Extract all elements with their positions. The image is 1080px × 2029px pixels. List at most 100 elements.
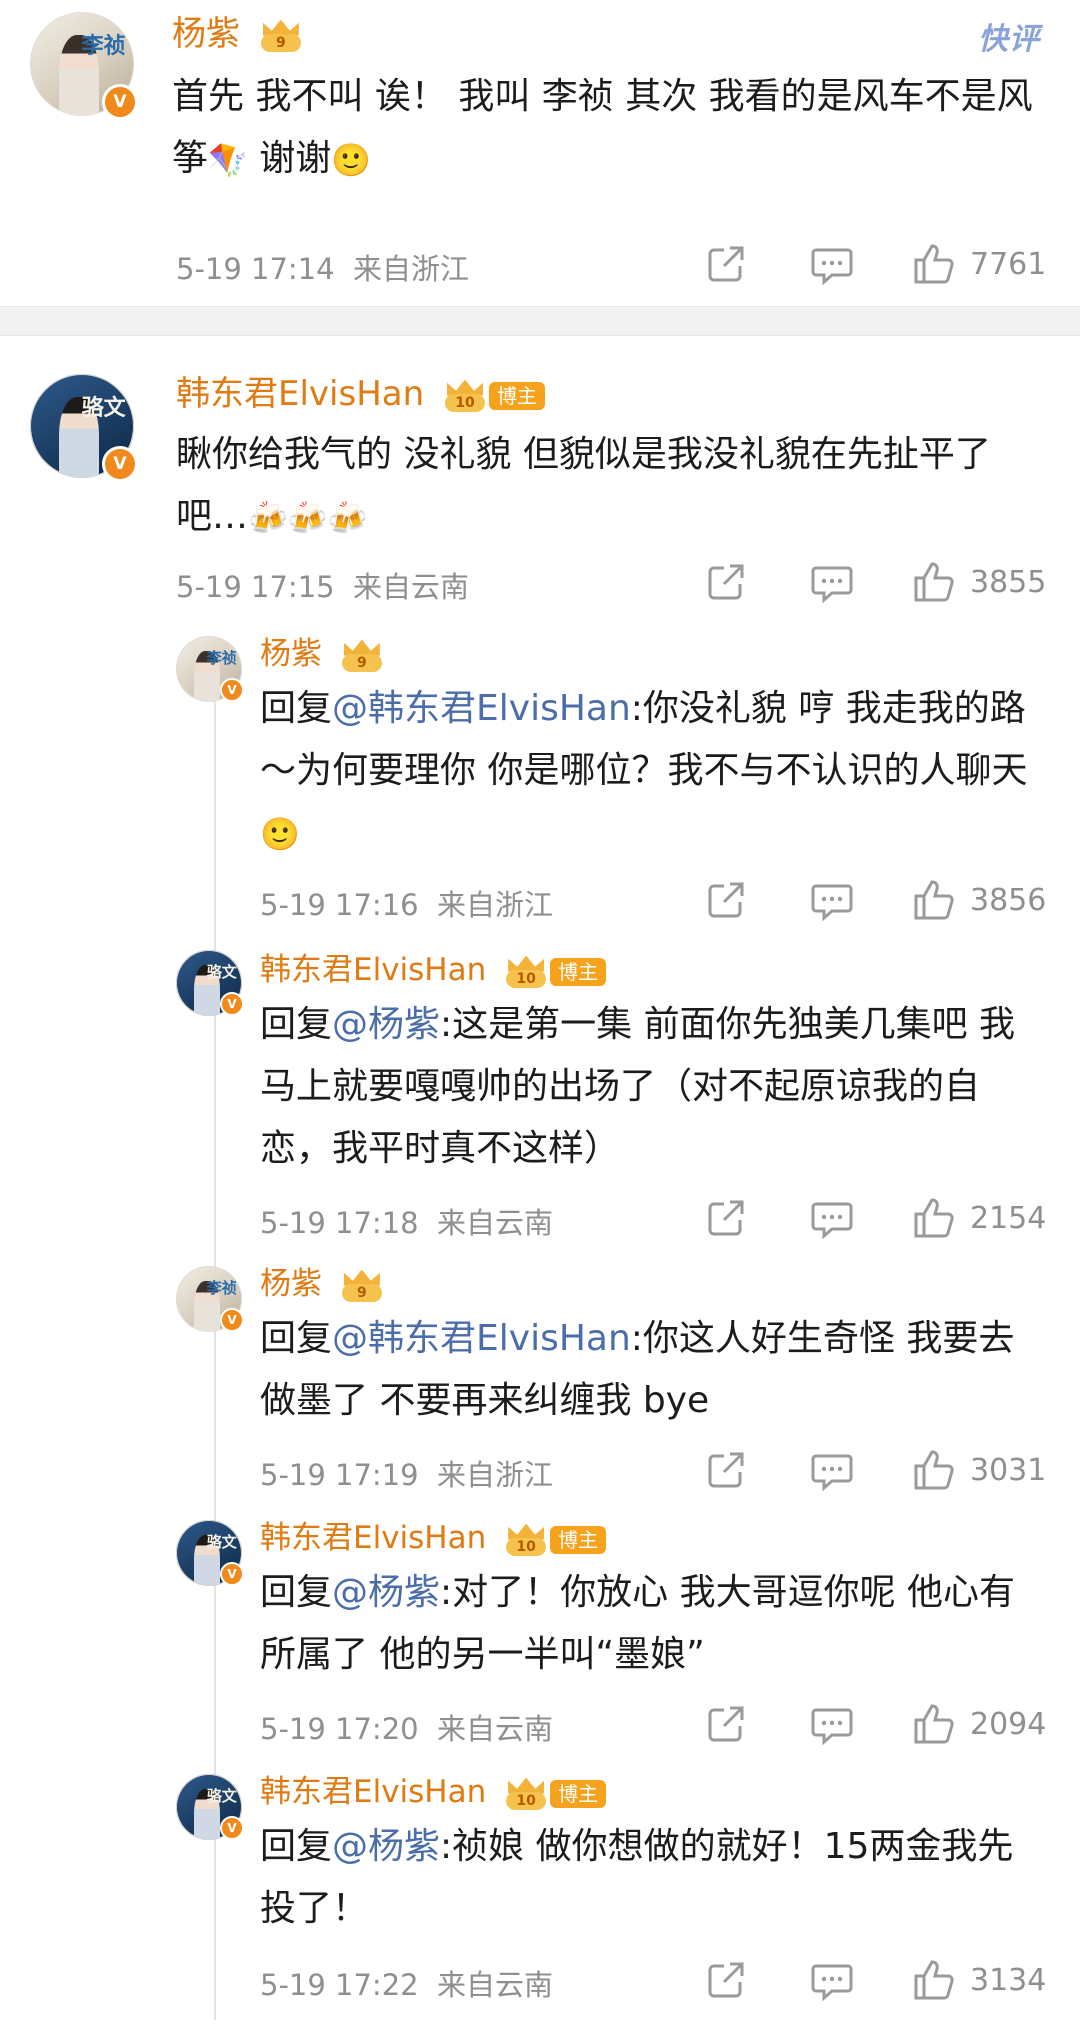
reply-meta: 5-19 17:19 来自浙江 xyxy=(260,1452,553,1494)
like-icon xyxy=(914,562,954,602)
share-icon xyxy=(708,1706,744,1742)
like-button[interactable]: 3856 xyxy=(910,876,1052,924)
share-icon xyxy=(708,246,744,282)
crown-icon: 10 xyxy=(504,1777,548,1810)
reply-meta: 5-19 17:20 来自云南 xyxy=(260,1706,553,1748)
like-button[interactable]: 3134 xyxy=(910,1956,1052,2004)
like-count: 3855 xyxy=(970,564,1047,600)
like-button[interactable]: 2154 xyxy=(910,1194,1052,1242)
like-icon xyxy=(914,244,954,284)
comment-icon xyxy=(811,1202,853,1240)
mention-link[interactable]: @杨紫 xyxy=(332,1004,440,1045)
username-text[interactable]: 杨紫 xyxy=(172,14,240,54)
share-button[interactable] xyxy=(702,1956,808,2004)
verified-icon: V xyxy=(220,678,244,702)
mention-link[interactable]: @韩东君ElvisHan xyxy=(332,1318,631,1359)
crown-icon: 9 xyxy=(259,19,303,52)
reply-actions: 2094 xyxy=(702,1700,1052,1748)
quick-comment-badge[interactable]: 快评 xyxy=(978,14,1040,58)
reply-card: 骆文 V 韩东君ElvisHan 10 博主 回复@杨紫:对了！你放心 我大哥逗你… xyxy=(0,1508,1080,1762)
username-text[interactable]: 杨紫 xyxy=(260,636,322,672)
share-button[interactable] xyxy=(702,1700,808,1748)
verified-icon: V xyxy=(220,992,244,1016)
share-button[interactable] xyxy=(702,240,808,288)
username-text[interactable]: 韩东君ElvisHan xyxy=(176,374,424,414)
mention-link[interactable]: @杨紫 xyxy=(332,1826,440,1867)
share-button[interactable] xyxy=(702,876,808,924)
comment-icon xyxy=(811,884,853,922)
comment-button[interactable] xyxy=(808,1194,910,1242)
username[interactable]: 韩东君ElvisHan 10 博主 xyxy=(260,1518,607,1558)
share-icon xyxy=(708,1452,744,1488)
reply-card: 李祯 V 杨紫 9 回复@韩东君ElvisHan:你这人好生奇怪 我要去做墨了 … xyxy=(0,1256,1080,1508)
like-count: 3856 xyxy=(970,882,1047,918)
crown-icon: 9 xyxy=(340,639,384,672)
comment-icon xyxy=(811,248,853,286)
reply-actions: 2154 xyxy=(702,1194,1052,1242)
username[interactable]: 杨紫 9 xyxy=(260,634,384,674)
username[interactable]: 韩东君ElvisHan 10 博主 xyxy=(260,950,607,990)
share-button[interactable] xyxy=(702,1446,808,1494)
share-icon xyxy=(708,564,744,600)
like-count: 3031 xyxy=(970,1452,1047,1488)
comment-button[interactable] xyxy=(808,240,910,288)
smile-emoji: 🙂 xyxy=(260,815,300,853)
timestamp: 5-19 17:16 xyxy=(260,888,419,922)
share-button[interactable] xyxy=(702,558,808,606)
reply-actions: 3856 xyxy=(702,876,1052,924)
reply-card: 骆文 V 韩东君ElvisHan 10 博主 回复@杨紫:祯娘 做你想做的就好！1… xyxy=(0,1762,1080,2029)
comment-text: 瞅你给我气的 没礼貌 但貌似是我没礼貌在先扯平了吧…🍻🍻🍻 xyxy=(176,434,991,537)
like-count: 2094 xyxy=(970,1706,1047,1742)
author-badge: 博主 xyxy=(550,1779,607,1808)
username-text[interactable]: 韩东君ElvisHan xyxy=(260,1520,486,1556)
like-count: 3134 xyxy=(970,1962,1047,1998)
comment-meta: 5-19 17:15 来自云南 xyxy=(176,564,469,606)
mention-link[interactable]: @杨紫 xyxy=(332,1572,440,1613)
like-icon xyxy=(914,1198,954,1238)
username-text[interactable]: 杨紫 xyxy=(260,1266,322,1302)
location: 来自浙江 xyxy=(437,888,554,922)
comment-button[interactable] xyxy=(808,876,910,924)
comment-actions: 3855 xyxy=(702,558,1052,606)
username[interactable]: 韩东君ElvisHan 10 博主 xyxy=(176,374,545,414)
comment-icon xyxy=(811,566,853,604)
timestamp: 5-19 17:18 xyxy=(260,1206,419,1240)
comment-button[interactable] xyxy=(808,1700,910,1748)
like-button[interactable]: 7761 xyxy=(910,240,1052,288)
reply-actions: 3031 xyxy=(702,1446,1052,1494)
like-count: 2154 xyxy=(970,1200,1047,1236)
username-text[interactable]: 韩东君ElvisHan xyxy=(260,1774,486,1810)
comment-button[interactable] xyxy=(808,558,910,606)
reply-text: 回复@韩东君ElvisHan:你这人好生奇怪 我要去做墨了 不要再来纠缠我 by… xyxy=(260,1318,1015,1421)
author-badge: 博主 xyxy=(550,1525,607,1554)
crown-icon: 10 xyxy=(504,955,548,988)
like-button[interactable]: 3031 xyxy=(910,1446,1052,1494)
beer-emoji: 🍻🍻🍻 xyxy=(248,499,368,537)
username[interactable]: 杨紫 9 xyxy=(172,14,303,54)
author-badge: 博主 xyxy=(488,381,545,410)
reply-meta: 5-19 17:16 来自浙江 xyxy=(260,882,553,924)
comment-actions: 7761 xyxy=(702,240,1052,288)
comment-button[interactable] xyxy=(808,1446,910,1494)
comment-page: 李祯 V 杨紫 9 快评 首先 我不叫 诶！ 我叫 李祯 其次 我看的是风车不是… xyxy=(0,0,1080,2029)
like-button[interactable]: 3855 xyxy=(910,558,1052,606)
reply-card: 李祯 V 杨紫 9 回复@韩东君ElvisHan:你没礼貌 哼 我走我的路～为何… xyxy=(0,626,1080,938)
kite-emoji: 🪁 xyxy=(208,141,248,179)
username[interactable]: 韩东君ElvisHan 10 博主 xyxy=(260,1772,607,1812)
reply-text: 回复@杨紫:这是第一集 前面你先独美几集吧 我马上就要嘎嘎帅的出场了（对不起原谅… xyxy=(260,1004,1016,1169)
like-count: 7761 xyxy=(970,246,1047,282)
share-icon xyxy=(708,882,744,918)
share-icon xyxy=(708,1962,744,1998)
location: 来自云南 xyxy=(353,570,470,604)
username-text[interactable]: 韩东君ElvisHan xyxy=(260,952,486,988)
comment-button[interactable] xyxy=(808,1956,910,2004)
location: 来自云南 xyxy=(437,1968,554,2002)
location: 来自浙江 xyxy=(353,252,470,286)
mention-link[interactable]: @韩东君ElvisHan xyxy=(332,688,631,729)
like-button[interactable]: 2094 xyxy=(910,1700,1052,1748)
reply-text: 回复@杨紫:对了！你放心 我大哥逗你呢 他心有所属了 他的另一半叫“墨娘” xyxy=(260,1572,1016,1675)
reply-text: 回复@韩东君ElvisHan:你没礼貌 哼 我走我的路～为何要理你 你是哪位？我… xyxy=(260,688,1028,853)
comment-card: 骆文 V 韩东君ElvisHan 10 博主 瞅你给我气的 没礼貌 但貌似是我没礼… xyxy=(0,336,1080,626)
share-button[interactable] xyxy=(702,1194,808,1242)
username[interactable]: 杨紫 9 xyxy=(260,1264,384,1304)
